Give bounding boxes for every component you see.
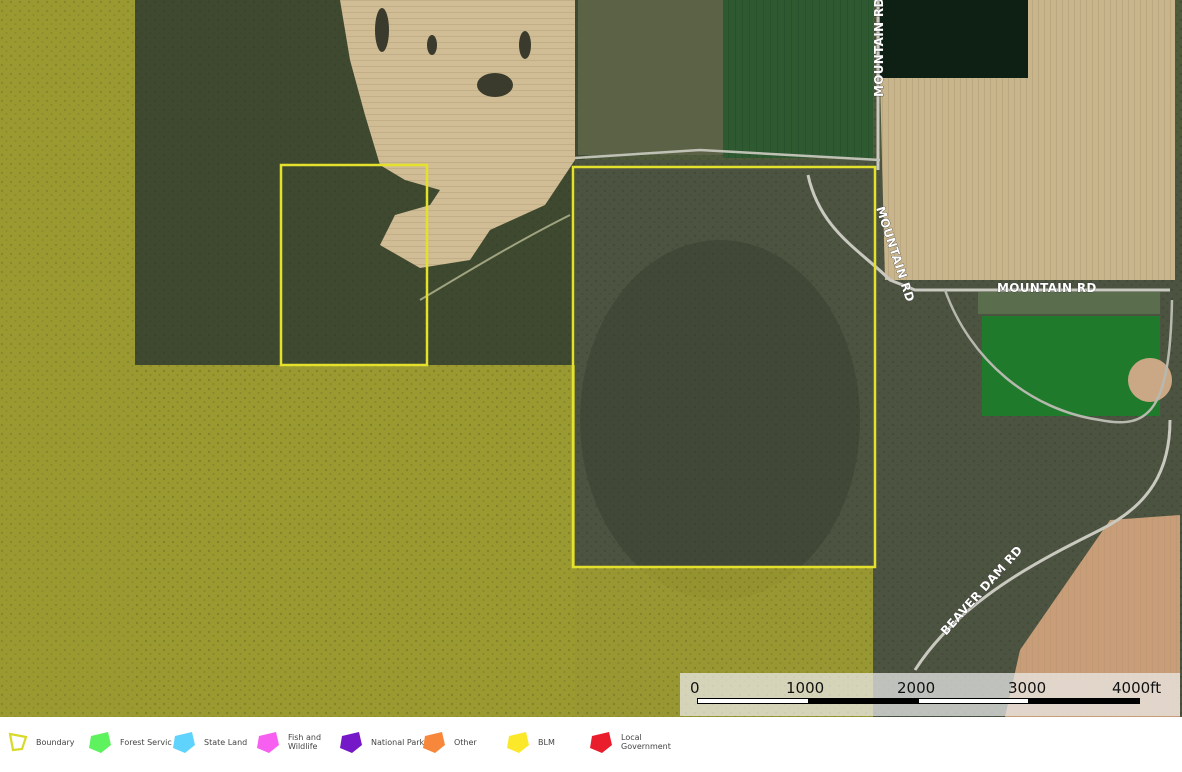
road-label-mountain-rd-north: MOUNTAIN RD bbox=[872, 0, 886, 97]
legend-item-boundary[interactable]: Boundary bbox=[8, 725, 75, 759]
local-government-swatch-icon bbox=[590, 732, 612, 753]
legend-item-other[interactable]: Other bbox=[422, 725, 477, 759]
legend-label-other: Other bbox=[454, 737, 477, 747]
scale-tick-0: 0 bbox=[690, 679, 700, 697]
legend-item-state-land[interactable]: State Land bbox=[172, 725, 247, 759]
legend-item-national-park[interactable]: National Park bbox=[339, 725, 424, 759]
legend-label-state-land: State Land bbox=[204, 737, 248, 747]
legend-item-fish-wildlife[interactable]: Fish and Wildlife bbox=[256, 725, 328, 759]
fish-wildlife-swatch-icon bbox=[257, 732, 279, 753]
scale-segment-4 bbox=[1028, 698, 1140, 704]
scale-segment-3 bbox=[918, 698, 1029, 704]
scale-tick-1000: 1000 bbox=[786, 679, 825, 697]
blm-swatch-icon bbox=[507, 732, 529, 753]
legend-label-fish-wildlife: Fish and Wildlife bbox=[288, 733, 322, 751]
map-canvas[interactable]: MOUNTAIN RD MOUNTAIN RD MOUNTAIN RD BEAV… bbox=[0, 0, 1182, 717]
national-park-swatch-icon bbox=[340, 732, 362, 753]
scale-tick-4000: 4000ft bbox=[1112, 679, 1162, 697]
field-brown bbox=[578, 0, 723, 155]
legend-label-boundary: Boundary bbox=[36, 737, 75, 747]
legend-item-local-government[interactable]: Local Government bbox=[589, 725, 671, 759]
state-land-swatch-icon bbox=[173, 732, 195, 753]
map-legend: Boundary Forest Servic State Land Fish a… bbox=[0, 717, 1182, 772]
boundary-outline-icon bbox=[8, 732, 28, 752]
legend-item-blm[interactable]: BLM bbox=[506, 725, 555, 759]
legend-label-forest-service: Forest Servic bbox=[120, 737, 172, 747]
legend-label-local-government: Local Government bbox=[621, 733, 671, 751]
scale-segment-1 bbox=[697, 698, 809, 704]
scale-bar: 0 1000 2000 3000 4000ft bbox=[680, 673, 1180, 716]
scale-tick-2000: 2000 bbox=[897, 679, 936, 697]
scale-segment-2 bbox=[808, 698, 919, 704]
legend-label-blm: BLM bbox=[538, 737, 555, 747]
legend-label-national-park: National Park bbox=[371, 737, 425, 747]
satellite-map[interactable]: MOUNTAIN RD MOUNTAIN RD MOUNTAIN RD BEAV… bbox=[0, 0, 1182, 717]
other-swatch-icon bbox=[423, 732, 445, 753]
legend-item-forest-service[interactable]: Forest Servic bbox=[88, 725, 172, 759]
forest-service-swatch-icon bbox=[89, 732, 111, 753]
road-label-mountain-rd-east: MOUNTAIN RD bbox=[997, 281, 1097, 295]
scale-tick-3000: 3000 bbox=[1008, 679, 1047, 697]
pond-dark bbox=[880, 0, 1028, 78]
